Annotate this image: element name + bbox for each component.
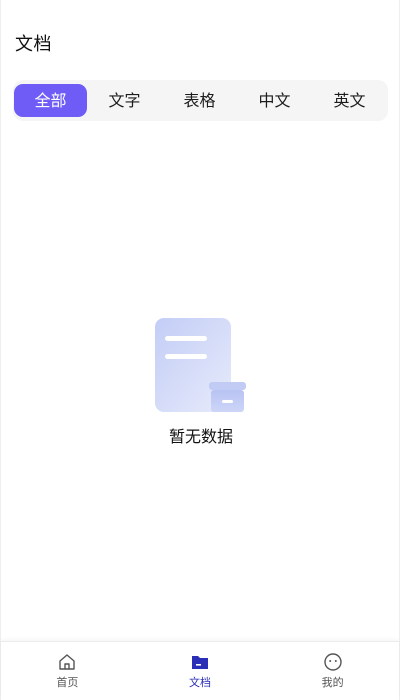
smiley-face-icon: [323, 653, 342, 671]
nav-item-documents[interactable]: 文档: [134, 642, 267, 700]
documents-screen: 文档 全部 文字 表格 中文 英文 暂无数据 首页 文档 我的: [0, 0, 400, 700]
bottom-navigation: 首页 文档 我的: [1, 641, 399, 700]
nav-label-documents: 文档: [189, 676, 211, 689]
empty-message: 暂无数据: [168, 427, 233, 446]
header: 文档: [1, 0, 400, 80]
nav-label-mine: 我的: [321, 676, 344, 689]
tab-table[interactable]: 表格: [162, 84, 237, 117]
nav-label-home: 首页: [56, 676, 79, 689]
tab-chinese[interactable]: 中文: [237, 84, 312, 117]
tab-english[interactable]: 英文: [312, 84, 387, 117]
empty-state: 暂无数据: [1, 316, 400, 456]
category-tabs: 全部 文字 表格 中文 英文: [13, 80, 388, 121]
home-icon: [59, 654, 76, 670]
nav-item-mine[interactable]: 我的: [266, 642, 399, 700]
folder-icon: [192, 656, 208, 669]
tab-all[interactable]: 全部: [14, 84, 87, 117]
tab-text[interactable]: 文字: [87, 84, 162, 117]
page-title: 文档: [15, 34, 52, 55]
empty-document-box-icon: [155, 318, 246, 412]
nav-item-home[interactable]: 首页: [1, 642, 134, 700]
